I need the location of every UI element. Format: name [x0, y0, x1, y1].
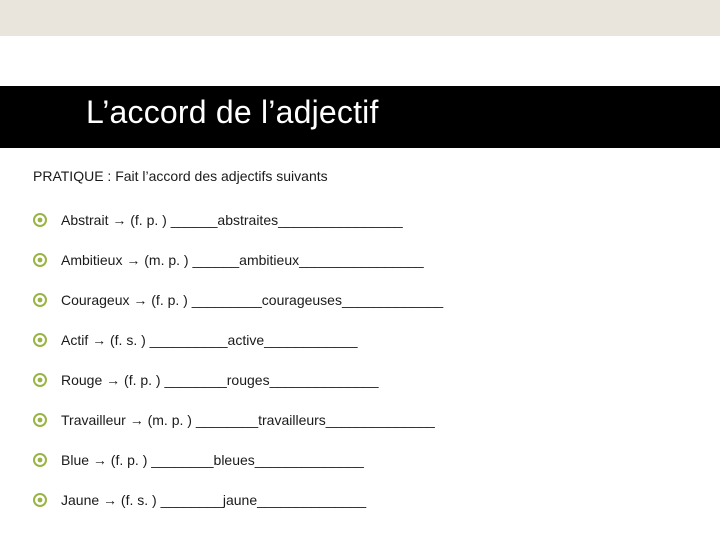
- bullet-icon: [33, 373, 47, 387]
- bullet-icon: [33, 413, 47, 427]
- slide-title: L’accord de l’adjectif: [86, 94, 379, 131]
- list-item: Courageux → (f. p. ) _________courageuse…: [33, 280, 700, 320]
- slide-subtitle: PRATIQUE : Fait l’accord des adjectifs s…: [33, 168, 328, 184]
- list-item-text: Ambitieux → (m. p. ) ______ambitieux____…: [61, 252, 424, 268]
- bullet-icon: [33, 293, 47, 307]
- list-item-text: Blue → (f. p. ) ________bleues__________…: [61, 452, 364, 468]
- bullet-icon: [33, 213, 47, 227]
- bullet-icon: [33, 253, 47, 267]
- list-item: Blue → (f. p. ) ________bleues__________…: [33, 440, 700, 480]
- list-item-text: Travailleur → (m. p. ) ________travaille…: [61, 412, 435, 428]
- top-accent-strip: [0, 0, 720, 36]
- list-item: Ambitieux → (m. p. ) ______ambitieux____…: [33, 240, 700, 280]
- list-item-text: Jaune → (f. s. ) ________jaune__________…: [61, 492, 366, 508]
- bullet-icon: [33, 493, 47, 507]
- bullet-icon: [33, 453, 47, 467]
- list-item: Actif → (f. s. ) __________active_______…: [33, 320, 700, 360]
- exercise-list: Abstrait → (f. p. ) ______abstraites____…: [33, 200, 700, 520]
- list-item: Travailleur → (m. p. ) ________travaille…: [33, 400, 700, 440]
- list-item: Abstrait → (f. p. ) ______abstraites____…: [33, 200, 700, 240]
- list-item-text: Abstrait → (f. p. ) ______abstraites____…: [61, 212, 403, 228]
- list-item-text: Courageux → (f. p. ) _________courageuse…: [61, 292, 443, 308]
- list-item: Rouge → (f. p. ) ________rouges_________…: [33, 360, 700, 400]
- bullet-icon: [33, 333, 47, 347]
- list-item: Jaune → (f. s. ) ________jaune__________…: [33, 480, 700, 520]
- list-item-text: Rouge → (f. p. ) ________rouges_________…: [61, 372, 379, 388]
- list-item-text: Actif → (f. s. ) __________active_______…: [61, 332, 358, 348]
- slide: L’accord de l’adjectif PRATIQUE : Fait l…: [0, 0, 720, 540]
